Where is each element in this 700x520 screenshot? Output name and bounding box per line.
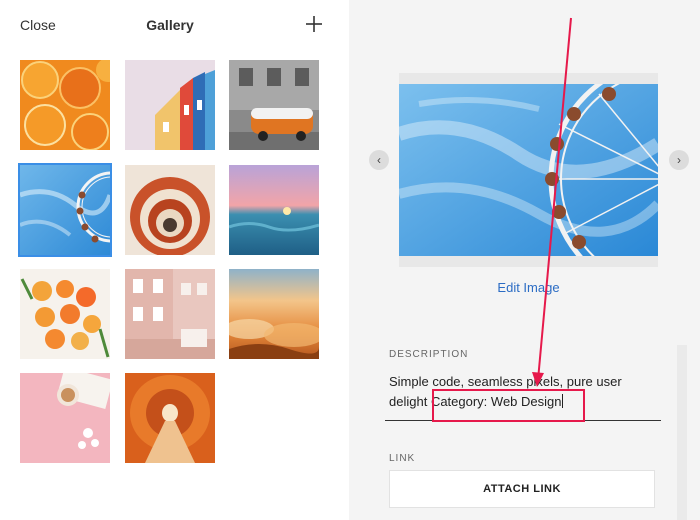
- gallery-title: Gallery: [146, 17, 194, 33]
- ferris-wheel-preview-image: [399, 84, 658, 256]
- thumbnail-spiral-staircase[interactable]: [125, 165, 215, 255]
- plus-icon[interactable]: [303, 13, 325, 35]
- thumbnail-ferris-wheel[interactable]: [18, 163, 112, 257]
- scrollbar[interactable]: [677, 345, 687, 520]
- thumbnail-oranges[interactable]: [20, 60, 110, 150]
- description-label: DESCRIPTION: [389, 349, 469, 360]
- thumbnail-pink-coffee[interactable]: [20, 373, 110, 463]
- thumbnail-citrus-slices[interactable]: [20, 269, 110, 359]
- gallery-panel: Close Gallery: [0, 0, 349, 520]
- image-details-panel: ‹ › Edit Image DESCRIPTION Simple code, …: [349, 0, 700, 520]
- chevron-left-icon[interactable]: ‹: [369, 150, 389, 170]
- thumbnail-cloudy-sunset[interactable]: [229, 269, 319, 359]
- thumbnail-pink-building[interactable]: [125, 269, 215, 359]
- thumbnail-orange-van[interactable]: [229, 60, 319, 150]
- chevron-right-icon[interactable]: ›: [669, 150, 689, 170]
- thumbnail-orange-tunnel[interactable]: [125, 373, 215, 463]
- gallery-header: Close Gallery: [0, 0, 349, 50]
- edit-image-link[interactable]: Edit Image: [349, 280, 700, 295]
- image-preview: [399, 73, 658, 267]
- highlight-box: [432, 389, 585, 422]
- thumbnail-colorful-houses[interactable]: [125, 60, 215, 150]
- thumbnail-ocean-sunset[interactable]: [229, 165, 319, 255]
- link-label: LINK: [389, 453, 416, 464]
- attach-link-button[interactable]: ATTACH LINK: [389, 470, 655, 508]
- description-line-2-prefix: delight: [389, 394, 428, 409]
- description-line-1: Simple code, seamless pixels, pure user: [389, 374, 622, 389]
